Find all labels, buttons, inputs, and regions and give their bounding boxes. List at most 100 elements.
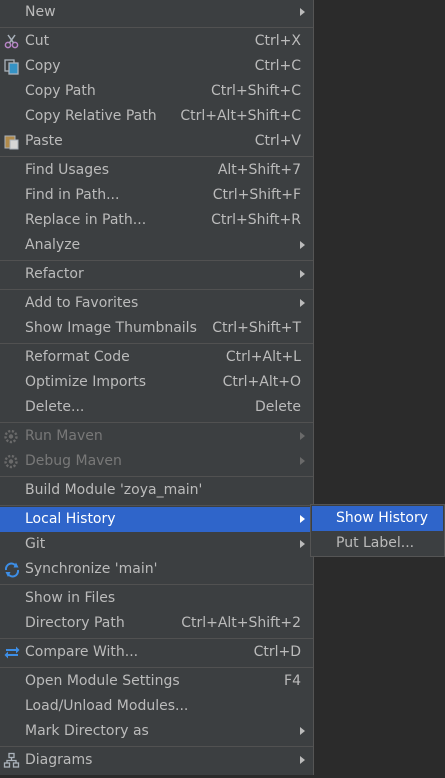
menu-item-label: Copy Path xyxy=(25,83,96,99)
menu-item-label: Find in Path... xyxy=(25,187,120,203)
menu-item-label: Directory Path xyxy=(25,615,125,631)
menu-item-reformat-code[interactable]: Reformat Code Ctrl+Alt+L xyxy=(0,345,313,370)
menu-item-shortcut: Ctrl+D xyxy=(253,644,301,660)
separator xyxy=(0,667,313,668)
submenu-arrow-icon xyxy=(300,241,305,249)
menu-item-shortcut: Alt+Shift+7 xyxy=(217,162,301,178)
separator xyxy=(0,638,313,639)
menu-item-find-usages[interactable]: Find Usages Alt+Shift+7 xyxy=(0,158,313,183)
submenu-arrow-icon xyxy=(300,8,305,16)
menu-item-label: Load/Unload Modules... xyxy=(25,698,189,714)
menu-item-label: Paste xyxy=(25,133,63,149)
menu-item-shortcut: Ctrl+Alt+Shift+C xyxy=(180,108,301,124)
diagram-icon xyxy=(3,752,21,769)
menu-item-shortcut: Ctrl+Shift+R xyxy=(211,212,301,228)
menu-item-copy-relative-path[interactable]: Copy Relative Path Ctrl+Alt+Shift+C xyxy=(0,104,313,129)
paste-icon xyxy=(3,133,21,150)
menu-item-label: Git xyxy=(25,536,46,552)
compare-icon xyxy=(3,644,21,661)
gear-icon xyxy=(3,453,21,470)
menu-item-diagrams[interactable]: Diagrams xyxy=(0,748,313,773)
menu-item-label: Copy xyxy=(25,58,61,74)
menu-item-local-history[interactable]: Local History xyxy=(0,507,313,532)
menu-item-label: Show in Files xyxy=(25,590,116,606)
menu-item-label: Mark Directory as xyxy=(25,723,149,739)
menu-item-label: Run Maven xyxy=(25,428,103,444)
menu-item-label: Build Module 'zoya_main' xyxy=(25,482,203,498)
separator xyxy=(0,156,313,157)
submenu-arrow-icon xyxy=(300,299,305,307)
menu-item-refactor[interactable]: Refactor xyxy=(0,262,313,287)
menu-item-open-module-settings[interactable]: Open Module Settings F4 xyxy=(0,669,313,694)
menu-item-copy-path[interactable]: Copy Path Ctrl+Shift+C xyxy=(0,79,313,104)
menu-item-paste[interactable]: Paste Ctrl+V xyxy=(0,129,313,154)
menu-item-shortcut: Ctrl+V xyxy=(254,133,301,149)
menu-item-label: Synchronize 'main' xyxy=(25,561,158,577)
menu-item-find-in-path[interactable]: Find in Path... Ctrl+Shift+F xyxy=(0,183,313,208)
menu-item-label: Find Usages xyxy=(25,162,110,178)
gear-icon xyxy=(3,428,21,445)
menu-item-shortcut: F4 xyxy=(284,673,301,689)
menu-item-label: Show Image Thumbnails xyxy=(25,320,197,336)
menu-item-analyze[interactable]: Analyze xyxy=(0,233,313,258)
menu-item-label: Reformat Code xyxy=(25,349,130,365)
menu-item-label: Replace in Path... xyxy=(25,212,147,228)
local-history-submenu: Show History Put Label... xyxy=(310,504,445,557)
menu-item-label: Delete... xyxy=(25,399,85,415)
menu-item-directory-path[interactable]: Directory Path Ctrl+Alt+Shift+2 xyxy=(0,611,313,636)
separator xyxy=(0,746,313,747)
menu-item-shortcut: Ctrl+Alt+Shift+2 xyxy=(181,615,301,631)
menu-item-shortcut: Ctrl+C xyxy=(254,58,301,74)
menu-item-label: Diagrams xyxy=(25,752,93,768)
menu-item-shortcut: Ctrl+X xyxy=(254,33,301,49)
submenu-arrow-icon xyxy=(300,727,305,735)
submenu-item-put-label[interactable]: Put Label... xyxy=(312,531,443,556)
separator xyxy=(0,343,313,344)
submenu-arrow-icon xyxy=(300,432,305,440)
menu-item-cut[interactable]: Cut Ctrl+X xyxy=(0,29,313,54)
menu-item-label: Cut xyxy=(25,33,50,49)
sync-icon xyxy=(3,561,21,578)
menu-item-delete[interactable]: Delete... Delete xyxy=(0,395,313,420)
menu-item-replace-in-path[interactable]: Replace in Path... Ctrl+Shift+R xyxy=(0,208,313,233)
menu-item-show-image-thumbnails[interactable]: Show Image Thumbnails Ctrl+Shift+T xyxy=(0,316,313,341)
menu-item-new[interactable]: New xyxy=(0,0,313,25)
menu-item-build-module[interactable]: Build Module 'zoya_main' xyxy=(0,478,313,503)
menu-item-label: Open Module Settings xyxy=(25,673,180,689)
menu-item-run-maven: Run Maven xyxy=(0,424,313,449)
menu-item-shortcut: Ctrl+Shift+C xyxy=(211,83,301,99)
separator xyxy=(0,289,313,290)
menu-item-label: Copy Relative Path xyxy=(25,108,157,124)
submenu-item-show-history[interactable]: Show History xyxy=(312,506,443,531)
menu-item-shortcut: Ctrl+Alt+O xyxy=(222,374,301,390)
submenu-arrow-icon xyxy=(300,540,305,548)
submenu-item-label: Show History xyxy=(336,510,429,526)
scissors-icon xyxy=(3,33,21,50)
menu-item-synchronize[interactable]: Synchronize 'main' xyxy=(0,557,313,582)
submenu-arrow-icon xyxy=(300,756,305,764)
menu-item-label: New xyxy=(25,4,56,20)
menu-item-shortcut: Ctrl+Alt+L xyxy=(225,349,301,365)
separator xyxy=(0,260,313,261)
menu-item-show-in-files[interactable]: Show in Files xyxy=(0,586,313,611)
separator xyxy=(0,422,313,423)
menu-item-label: Add to Favorites xyxy=(25,295,139,311)
menu-item-label: Debug Maven xyxy=(25,453,122,469)
menu-item-label: Compare With... xyxy=(25,644,139,660)
separator xyxy=(0,584,313,585)
separator xyxy=(0,27,313,28)
context-menu: New Cut Ctrl+X Copy Ctrl+C Copy Path Ctr… xyxy=(0,0,314,775)
copy-icon xyxy=(3,58,21,75)
menu-item-copy[interactable]: Copy Ctrl+C xyxy=(0,54,313,79)
submenu-arrow-icon xyxy=(300,457,305,465)
menu-item-mark-directory-as[interactable]: Mark Directory as xyxy=(0,719,313,744)
menu-item-add-to-favorites[interactable]: Add to Favorites xyxy=(0,291,313,316)
menu-item-shortcut: Delete xyxy=(255,399,301,415)
menu-item-shortcut: Ctrl+Shift+T xyxy=(212,320,301,336)
submenu-arrow-icon xyxy=(300,270,305,278)
menu-item-debug-maven: Debug Maven xyxy=(0,449,313,474)
menu-item-git[interactable]: Git xyxy=(0,532,313,557)
menu-item-load-unload-modules[interactable]: Load/Unload Modules... xyxy=(0,694,313,719)
menu-item-optimize-imports[interactable]: Optimize Imports Ctrl+Alt+O xyxy=(0,370,313,395)
menu-item-compare-with[interactable]: Compare With... Ctrl+D xyxy=(0,640,313,665)
